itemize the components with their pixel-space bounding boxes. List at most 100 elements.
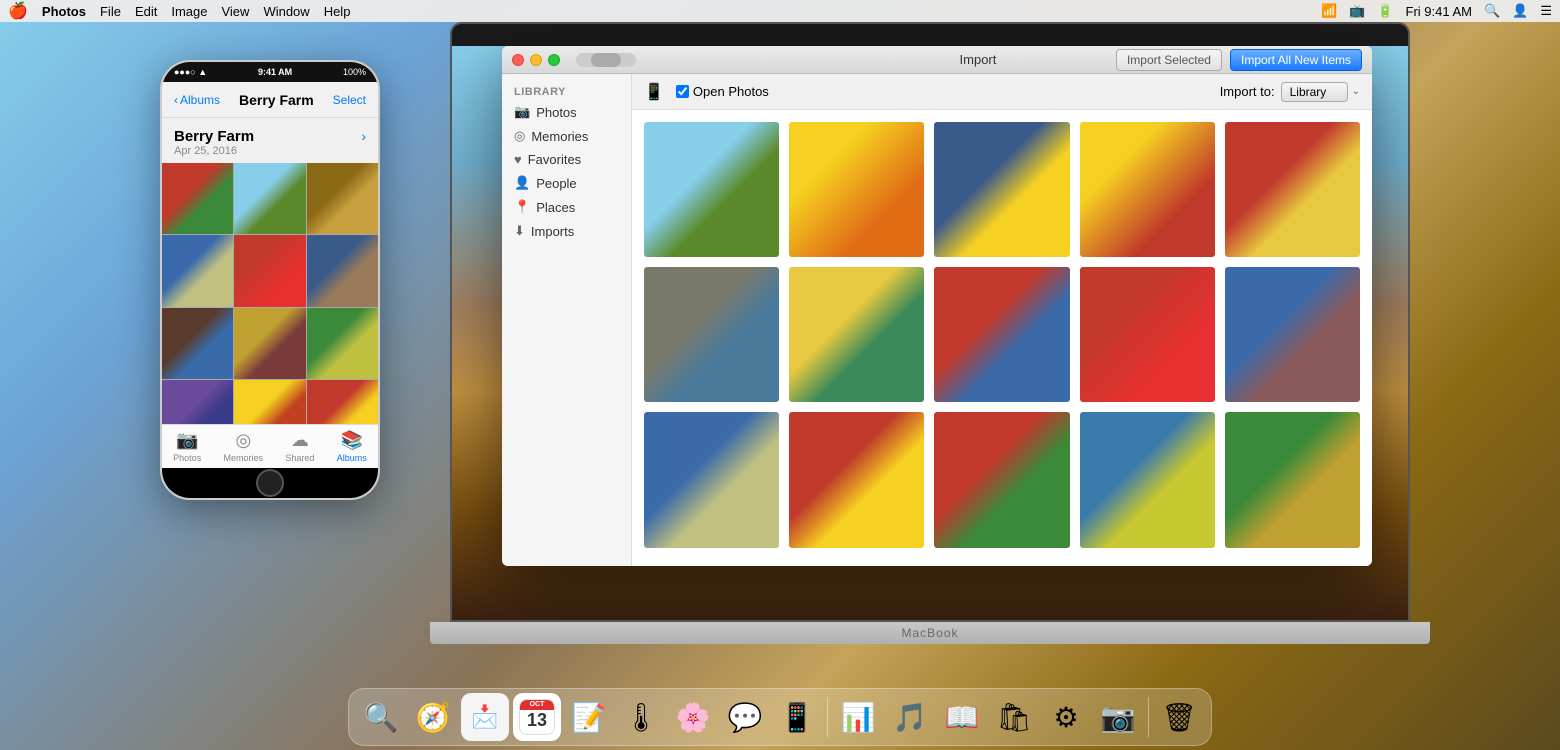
dock-calendar[interactable]: OCT 13	[513, 693, 561, 741]
memories-tab-icon: ◎	[235, 430, 251, 451]
sidebar-item-memories[interactable]: ◎ Memories	[502, 124, 631, 148]
photo-thumb-8[interactable]	[934, 267, 1069, 402]
iphone-photo-5[interactable]	[234, 235, 305, 306]
iphone-album-header: › Berry Farm Apr 25, 2016	[162, 118, 378, 163]
photo-thumb-2[interactable]	[789, 122, 924, 257]
iphone-photo-8[interactable]	[234, 308, 305, 379]
photo-thumb-11[interactable]	[644, 412, 779, 547]
dock-camera[interactable]: 📷	[1094, 693, 1142, 741]
iphone-photo-2[interactable]	[234, 163, 305, 234]
dock-photos[interactable]: 🌸	[669, 693, 717, 741]
user-icon[interactable]: 👤	[1512, 3, 1528, 19]
import-toolbar: 📱 Open Photos Import to: Library	[632, 74, 1372, 110]
iphone-tab-shared[interactable]: ☁ Shared	[285, 430, 314, 463]
photo-thumb-6[interactable]	[644, 267, 779, 402]
iphone-screen: ‹ Albums Berry Farm Select › Berry Farm …	[162, 82, 378, 468]
shared-tab-icon: ☁	[291, 430, 309, 451]
menubar-right: 📶 📺 🔋 Fri 9:41 AM 🔍 👤 ☰	[1321, 3, 1552, 19]
iphone-select-button[interactable]: Select	[333, 93, 366, 107]
iphone-photo-6[interactable]	[307, 235, 378, 306]
iphone-photo-1[interactable]	[162, 163, 233, 234]
dock-safari[interactable]: 🧭	[409, 693, 457, 741]
photo-thumb-9[interactable]	[1080, 267, 1215, 402]
close-button[interactable]	[512, 54, 524, 66]
select-arrow-icon: ⌄	[1352, 86, 1360, 97]
photo-thumb-15[interactable]	[1225, 412, 1360, 547]
sidebar-library-label: Library	[502, 82, 631, 100]
photo-thumb-5[interactable]	[1225, 122, 1360, 257]
import-to-label: Import to:	[1220, 84, 1275, 99]
iphone-tab-photos[interactable]: 📷 Photos	[173, 430, 201, 463]
sidebar-item-favorites[interactable]: ♥ Favorites	[502, 148, 631, 171]
photo-thumb-3[interactable]	[934, 122, 1069, 257]
sidebar-item-photos[interactable]: 📷 Photos	[502, 100, 631, 124]
iphone-photo-12[interactable]	[307, 380, 378, 424]
sidebar-imports-label: Imports	[531, 224, 574, 239]
dock-facetime[interactable]: 📱	[773, 693, 821, 741]
photo-thumb-12[interactable]	[789, 412, 924, 547]
sidebar-item-imports[interactable]: ⬇ Imports	[502, 219, 631, 243]
wifi-icon: 📶	[1321, 3, 1337, 19]
dock-notes[interactable]: 📝	[565, 693, 613, 741]
dock-appstore[interactable]: 🛍	[990, 693, 1038, 741]
dock: 🔍 🧭 📩 OCT 13 📝 🌡 🌸 💬 📱 📊 🎵 📖 🛍 ⚙ 📷 🗑	[348, 688, 1212, 746]
dock-numbers[interactable]: 📊	[834, 693, 882, 741]
dock-sysprefs[interactable]: ⚙	[1042, 693, 1090, 741]
menu-file[interactable]: File	[100, 4, 121, 19]
photo-thumb-4[interactable]	[1080, 122, 1215, 257]
menu-image[interactable]: Image	[171, 4, 207, 19]
photo-thumb-7[interactable]	[789, 267, 924, 402]
photo-grid-area[interactable]	[632, 110, 1372, 566]
iphone-photo-3[interactable]	[307, 163, 378, 234]
fullscreen-button[interactable]	[548, 54, 560, 66]
iphone-container: ●●●○ ▲ 9:41 AM 100% ‹ Albums Berry Farm …	[160, 60, 380, 500]
iphone-more-button[interactable]: ›	[361, 128, 366, 144]
menu-view[interactable]: View	[221, 4, 249, 19]
import-all-button[interactable]: Import All New Items	[1230, 49, 1362, 71]
menu-help[interactable]: Help	[324, 4, 351, 19]
dock-messages[interactable]: 💬	[721, 693, 769, 741]
dock-finder[interactable]: 🔍	[357, 693, 405, 741]
import-selected-button[interactable]: Import Selected	[1116, 49, 1222, 71]
system-menubar: 🍎 Photos File Edit Image View Window Hel…	[0, 0, 1560, 22]
people-icon: 👤	[514, 175, 530, 191]
iphone-photo-7[interactable]	[162, 308, 233, 379]
menu-edit[interactable]: Edit	[135, 4, 157, 19]
iphone-photo-9[interactable]	[307, 308, 378, 379]
notification-icon[interactable]: ☰	[1540, 3, 1552, 19]
photo-thumb-14[interactable]	[1080, 412, 1215, 547]
sidebar-item-people[interactable]: 👤 People	[502, 171, 631, 195]
iphone-photo-10[interactable]	[162, 380, 233, 424]
search-icon[interactable]: 🔍	[1484, 3, 1500, 19]
open-photos-label[interactable]: Open Photos	[676, 84, 769, 99]
sidebar-people-label: People	[536, 176, 576, 191]
iphone-tab-memories[interactable]: ◎ Memories	[224, 430, 264, 463]
photo-thumb-13[interactable]	[934, 412, 1069, 547]
apple-menu[interactable]: 🍎	[8, 1, 28, 21]
iphone-home-button[interactable]	[256, 469, 284, 497]
dock-mail[interactable]: 📩	[461, 693, 509, 741]
iphone-tab-albums[interactable]: 📚 Albums	[337, 430, 367, 463]
iphone-navbar: ‹ Albums Berry Farm Select	[162, 82, 378, 118]
iphone-frame: ●●●○ ▲ 9:41 AM 100% ‹ Albums Berry Farm …	[160, 60, 380, 500]
menu-window[interactable]: Window	[263, 4, 309, 19]
iphone-status-bar: ●●●○ ▲ 9:41 AM 100%	[162, 62, 378, 82]
import-to-select[interactable]: Library	[1281, 82, 1348, 102]
import-to-select-wrapper[interactable]: Library ⌄	[1281, 82, 1360, 102]
dock-music[interactable]: 🎵	[886, 693, 934, 741]
dock-stocks[interactable]: 🌡	[617, 693, 665, 741]
iphone-back-button[interactable]: ‹ Albums	[174, 93, 220, 107]
dock-trash[interactable]: 🗑	[1155, 693, 1203, 741]
clock: Fri 9:41 AM	[1406, 4, 1472, 19]
photo-thumb-10[interactable]	[1225, 267, 1360, 402]
sidebar-item-places[interactable]: 📍 Places	[502, 195, 631, 219]
iphone-photo-11[interactable]	[234, 380, 305, 424]
photo-thumb-1[interactable]	[644, 122, 779, 257]
open-photos-checkbox[interactable]	[676, 85, 689, 98]
iphone-photo-4[interactable]	[162, 235, 233, 306]
menubar-left: 🍎 Photos File Edit Image View Window Hel…	[8, 1, 350, 21]
memories-icon: ◎	[514, 128, 525, 144]
minimize-button[interactable]	[530, 54, 542, 66]
dock-books[interactable]: 📖	[938, 693, 986, 741]
app-name[interactable]: Photos	[42, 4, 86, 19]
